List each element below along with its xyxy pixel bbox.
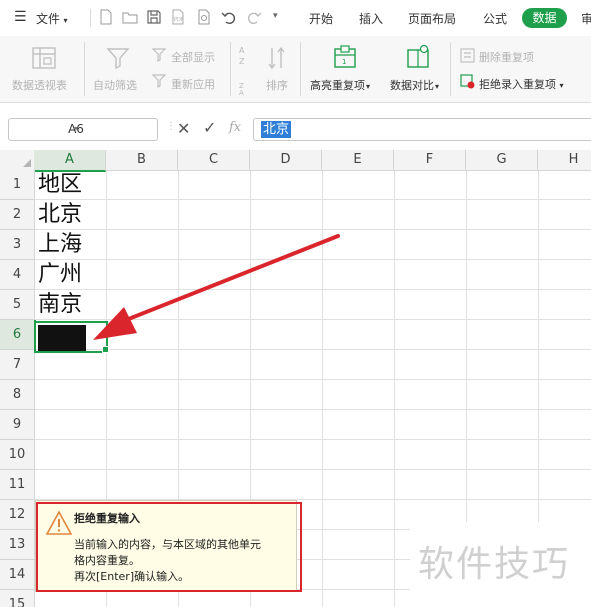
highlight-duplicates-label[interactable]: 高亮重复项 (310, 79, 365, 92)
svg-text:PDF: PDF (174, 17, 184, 23)
sort-descending-icon[interactable]: Z A (238, 80, 252, 96)
show-all-icon (152, 48, 166, 62)
export-pdf-icon[interactable]: PDF (170, 9, 186, 25)
highlight-duplicates-icon: 1 (334, 45, 356, 68)
tab-home[interactable]: 开始 (309, 10, 333, 27)
highlight-duplicates-button[interactable]: 高亮重复项▾ (310, 77, 370, 93)
divider (300, 42, 301, 96)
tab-page-layout[interactable]: 页面布局 (408, 10, 456, 27)
save-icon[interactable] (146, 9, 162, 25)
chevron-down-icon: ▾ (557, 81, 564, 90)
sort-icon (268, 46, 285, 70)
formula-value[interactable]: 北京 (261, 121, 292, 138)
new-file-icon[interactable] (98, 9, 114, 25)
reapply-icon (152, 74, 166, 88)
menu-bar: ☰ 文件 ▾ PDF ▾ 开始 插入 页面布局 公式 数据 审 (0, 0, 591, 36)
divider (450, 42, 451, 96)
svg-text:1: 1 (342, 58, 346, 66)
svg-text:Z: Z (239, 57, 245, 66)
open-folder-icon[interactable] (122, 9, 138, 25)
confirm-check-icon[interactable]: ✓ (203, 118, 216, 137)
resize-handle-icon[interactable]: ⋮ (166, 121, 176, 132)
filter-icon (106, 48, 130, 70)
pivot-table-icon (32, 47, 56, 69)
quick-access-more-icon[interactable]: ▾ (273, 11, 278, 21)
data-compare-icon (407, 44, 429, 68)
data-compare-button[interactable]: 数据对比▾ (390, 77, 439, 93)
undo-icon[interactable] (221, 9, 237, 25)
remove-duplicates-button[interactable]: 删除重复项 (479, 49, 534, 65)
reject-duplicate-entry-button[interactable]: 拒绝录入重复项 ▾ (479, 76, 564, 92)
name-box[interactable]: A6 ▾ (8, 118, 158, 141)
chevron-down-icon: ▾ (366, 82, 371, 91)
svg-text:A: A (239, 89, 244, 96)
reject-duplicate-entry-label[interactable]: 拒绝录入重复项 (479, 78, 556, 91)
cancel-icon[interactable]: ✕ (177, 119, 190, 138)
remove-duplicates-icon (460, 48, 475, 63)
reject-duplicate-icon (460, 74, 475, 89)
watermark: 软件技巧 (418, 544, 571, 585)
pivot-table-button[interactable]: 数据透视表 (12, 77, 67, 93)
tab-review[interactable]: 审 (581, 10, 591, 27)
divider (230, 42, 231, 96)
divider (90, 9, 91, 27)
sort-ascending-icon[interactable]: A Z (238, 44, 252, 66)
formula-bar: A6 ▾ ⋮ ✕ ✓ fx 北京 (0, 110, 591, 148)
file-menu[interactable]: 文件 ▾ (36, 10, 68, 27)
chevron-down-icon: ▾ (61, 16, 68, 25)
tab-data[interactable]: 数据 (522, 8, 567, 28)
data-compare-label[interactable]: 数据对比 (390, 79, 434, 92)
ribbon-toolbar: 数据透视表 自动筛选 全部显示 重新应用 A Z Z A 排序 1 高亮重复项▾… (0, 36, 591, 103)
auto-filter-button[interactable]: 自动筛选 (93, 77, 137, 93)
tab-formulas[interactable]: 公式 (483, 10, 507, 27)
chevron-down-icon[interactable]: ▾ (9, 124, 143, 133)
print-preview-icon[interactable] (196, 9, 212, 25)
insert-function-icon[interactable]: fx (229, 120, 241, 135)
show-all-button[interactable]: 全部显示 (171, 49, 215, 65)
chevron-down-icon: ▾ (435, 82, 440, 91)
svg-text:A: A (239, 46, 245, 55)
sort-button[interactable]: 排序 (266, 77, 288, 93)
formula-input[interactable]: 北京 (253, 118, 591, 141)
divider (84, 42, 85, 96)
file-menu-label[interactable]: 文件 (36, 12, 60, 26)
reapply-button[interactable]: 重新应用 (171, 76, 215, 92)
tab-insert[interactable]: 插入 (359, 10, 383, 27)
hamburger-menu-icon[interactable]: ☰ (14, 9, 27, 25)
redo-icon[interactable] (246, 9, 262, 25)
